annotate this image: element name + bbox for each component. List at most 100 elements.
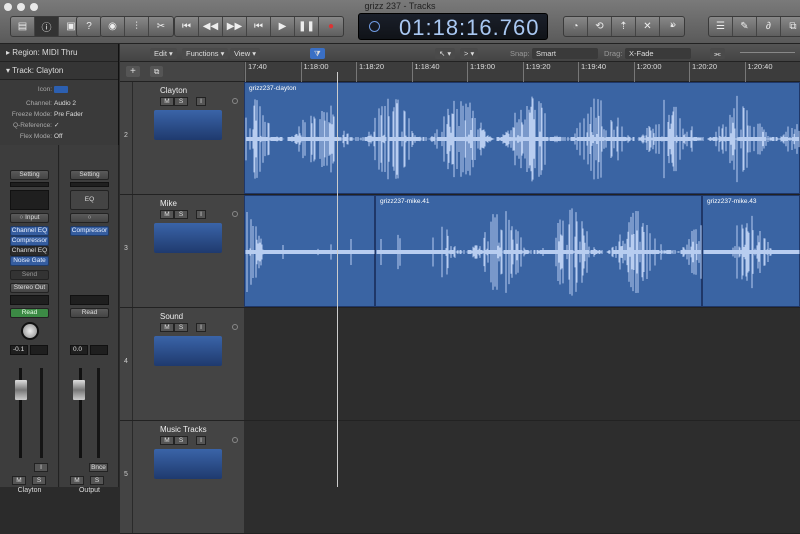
record-enable-icon[interactable] [232, 98, 238, 104]
input-monitor-button[interactable]: I [196, 210, 206, 219]
functions-menu[interactable]: Functions ▾ [182, 48, 228, 59]
input-monitor-button[interactable]: I [34, 463, 48, 472]
track-name[interactable]: Music Tracks [160, 425, 207, 434]
ruler[interactable]: 17:401:18:001:18:201:18:401:19:001:19:20… [244, 62, 800, 82]
record-button[interactable]: ● [319, 17, 343, 36]
pause-button[interactable]: ❚❚ [295, 17, 319, 36]
mixer-button[interactable]: ⫶ [125, 17, 149, 36]
mute-button[interactable]: M [160, 323, 174, 332]
track-name[interactable]: Sound [160, 312, 183, 321]
solo-button[interactable]: S [174, 210, 188, 219]
inspector-field[interactable]: Icon: [0, 84, 118, 98]
replace-button[interactable]: ⇡ [612, 17, 636, 36]
setting-button[interactable]: Setting [70, 170, 109, 180]
record-enable-icon[interactable] [232, 324, 238, 330]
solo-button[interactable]: S [174, 436, 188, 445]
track-name[interactable]: Mike [160, 199, 177, 208]
track-lane[interactable] [244, 421, 800, 534]
forward-button[interactable]: ▶▶ [223, 17, 247, 36]
automation-mode[interactable]: Read [10, 308, 49, 318]
record-enable-icon[interactable] [232, 437, 238, 443]
cycle-button[interactable]: ⟲ [588, 17, 612, 36]
plugin-slot[interactable]: Noise Gate [10, 256, 49, 266]
lcd-display[interactable]: 01:18:16.760 [358, 13, 548, 40]
fader-cap[interactable] [73, 380, 85, 400]
secondary-tool[interactable]: > ▾ [460, 48, 478, 59]
track-lane[interactable]: grizz237-mike.41grizz237-mike.43 [244, 195, 800, 308]
go-to-beginning-button[interactable]: ⏮ [247, 17, 271, 36]
input-monitor-button[interactable]: I [196, 323, 206, 332]
view-menu[interactable]: View ▾ [230, 48, 260, 59]
track-inspector-header[interactable]: ▾ Track: Clayton [0, 62, 118, 80]
tuner-button[interactable]: ◔ [564, 17, 588, 36]
automation-mode[interactable]: Read [70, 308, 109, 318]
input-button[interactable]: ○ Input [10, 213, 49, 223]
track-lane[interactable]: grizz237-clayton [244, 82, 800, 195]
mute-button[interactable]: M [160, 436, 174, 445]
editors-button[interactable]: ✂ [149, 17, 173, 36]
drag-select[interactable]: X-Fade [625, 48, 691, 59]
bounce-button[interactable]: Bnce [89, 463, 108, 472]
input-monitor-button[interactable]: I [196, 436, 206, 445]
rewind-button[interactable]: ◀◀ [199, 17, 223, 36]
library-button[interactable]: ▤ [11, 17, 35, 36]
audio-region[interactable]: grizz237-mike.41 [375, 195, 702, 307]
send-slot[interactable]: Send [10, 270, 49, 280]
audio-region[interactable] [244, 195, 375, 307]
input-monitor-button[interactable]: I [196, 97, 206, 106]
inspector-field[interactable]: Q-Reference:✓ [0, 120, 118, 131]
plugin-slot[interactable]: Compressor [10, 236, 49, 246]
output-button[interactable]: Stereo Out [10, 283, 49, 293]
mute-button[interactable]: M [70, 476, 84, 485]
loop-browser-button[interactable]: ∂ [757, 17, 781, 36]
mute-button[interactable]: M [12, 476, 26, 485]
plugin-slot[interactable]: Compressor [70, 226, 109, 236]
input-button[interactable]: ○ [70, 213, 109, 223]
plugin-slot[interactable]: Channel EQ [10, 226, 49, 236]
browsers-button[interactable]: ⧉ [781, 17, 800, 36]
track-name[interactable]: Clayton [160, 86, 187, 95]
inspector-button[interactable]: ⓘ [35, 17, 59, 36]
inspector-field[interactable]: Freeze Mode:Pre Fader [0, 109, 118, 120]
region-inspector-header[interactable]: ▸ Region: MIDI Thru [0, 44, 118, 62]
solo-button[interactable]: S [174, 323, 188, 332]
audio-region[interactable]: grizz237-clayton [244, 82, 800, 194]
add-track-button[interactable]: + [126, 66, 140, 77]
quick-help-button[interactable]: ? [77, 17, 101, 36]
record-enable-icon[interactable] [232, 211, 238, 217]
solo-button[interactable]: S [90, 476, 104, 485]
track-header[interactable]: 4 Sound M S I [120, 308, 244, 421]
go-to-start-button[interactable]: ⏮ [175, 17, 199, 36]
track-lane[interactable] [244, 308, 800, 421]
track-header[interactable]: 3 Mike M S I [120, 195, 244, 308]
plugin-slot[interactable]: Channel EQ [10, 246, 49, 256]
list-editors-button[interactable]: ☰ [709, 17, 733, 36]
snap-select[interactable]: Smart [532, 48, 598, 59]
notepad-button[interactable]: ✎ [733, 17, 757, 36]
track-header[interactable]: 5 Music Tracks M S I [120, 421, 244, 534]
smart-controls-button[interactable]: ◉ [101, 17, 125, 36]
eq-button[interactable]: EQ [70, 190, 109, 210]
solo-button[interactable]: S [174, 97, 188, 106]
pointer-tool[interactable]: ↖ ▾ [435, 48, 455, 59]
playhead[interactable] [337, 72, 338, 487]
edit-menu[interactable]: Edit ▾ [150, 48, 177, 59]
solo-button[interactable]: ✕ [636, 17, 660, 36]
inspector-field[interactable]: Channel:Audio 2 [0, 98, 118, 109]
waveform-zoom-icon[interactable]: ⫘ [710, 48, 725, 59]
inspector-field[interactable]: Flex Mode:Off [0, 131, 118, 142]
mute-button[interactable]: M [160, 210, 174, 219]
flex-button[interactable]: ⧩ [310, 48, 325, 59]
duplicate-track-button[interactable]: ⧉ [150, 66, 163, 77]
audio-region[interactable]: grizz237-mike.43 [702, 195, 800, 307]
more-button[interactable]: » [670, 19, 676, 31]
zoom-slider[interactable] [740, 52, 795, 53]
pan-knob[interactable] [21, 322, 39, 340]
fader-cap[interactable] [15, 380, 27, 400]
track-header[interactable]: 2 Clayton M S I [120, 82, 244, 195]
eq-thumbnail[interactable] [10, 190, 49, 210]
mute-button[interactable]: M [160, 97, 174, 106]
solo-button[interactable]: S [32, 476, 46, 485]
setting-button[interactable]: Setting [10, 170, 49, 180]
play-button[interactable]: ▶ [271, 17, 295, 36]
